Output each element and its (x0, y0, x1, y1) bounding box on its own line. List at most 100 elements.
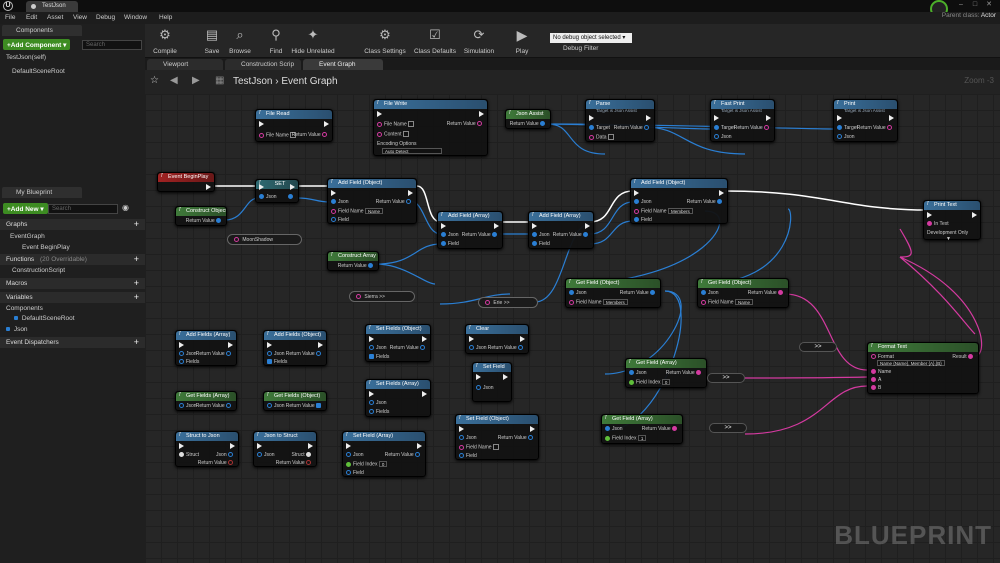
exec-in-pin[interactable] (267, 342, 272, 348)
add-field-array-node[interactable]: Add Field (Array) Json Return Value Fiel… (437, 211, 503, 249)
minimize-icon[interactable]: – (956, 1, 966, 9)
encoding-select[interactable]: Auto Detect (382, 148, 442, 154)
exec-out-pin[interactable] (308, 443, 313, 449)
reroute-node[interactable]: >> (707, 373, 745, 383)
menu-view[interactable]: View (73, 14, 87, 21)
add-function-icon[interactable]: + (134, 254, 139, 264)
document-tab[interactable]: TestJson (26, 1, 78, 12)
exec-in-pin[interactable] (532, 223, 537, 229)
exec-in-pin[interactable] (259, 184, 264, 190)
object-pin-icon[interactable] (331, 217, 336, 223)
add-component-button[interactable]: +Add Component ▾ (3, 39, 71, 50)
exec-in-pin[interactable] (179, 342, 184, 348)
add-new-button[interactable]: +Add New ▾ (3, 203, 48, 214)
object-pin-icon[interactable] (346, 470, 351, 476)
object-pin-icon[interactable] (368, 263, 373, 269)
variables-section[interactable]: Variables + (0, 292, 145, 303)
exec-out-pin[interactable] (766, 115, 771, 121)
class-settings-button[interactable]: ⚙ Class Settings (364, 24, 406, 58)
map-pin-icon[interactable] (267, 359, 272, 365)
map-pin-icon[interactable] (369, 354, 374, 360)
object-pin-icon[interactable] (346, 452, 351, 458)
object-pin-icon[interactable] (288, 194, 293, 200)
graphs-section[interactable]: Graphs + (0, 219, 145, 230)
tab-event-graph[interactable]: Event Graph (303, 59, 383, 70)
object-pin-icon[interactable] (179, 403, 184, 409)
object-pin-icon[interactable] (469, 345, 474, 351)
exec-in-pin[interactable] (369, 391, 374, 397)
field-index-input[interactable]: 0 (661, 379, 671, 385)
content-input[interactable] (402, 131, 409, 137)
file-write-node[interactable]: File Write File Name Return Value Conten… (373, 99, 488, 156)
hide-unrelated-button[interactable]: ✦ Hide Unrelated (291, 24, 334, 58)
graph-canvas[interactable]: File Read File Name Return Value File Wr… (145, 94, 1000, 563)
add-fields-array-node[interactable]: Add Fields (Array) Json Return Value Fie… (175, 330, 237, 366)
object-pin-icon[interactable] (257, 452, 262, 458)
object-pin-icon[interactable] (216, 218, 221, 224)
exec-in-pin[interactable] (441, 223, 446, 229)
object-pin-icon[interactable] (644, 125, 649, 131)
event-begin-play-node[interactable]: Event BeginPlay (157, 172, 215, 192)
object-pin-icon[interactable] (441, 241, 446, 247)
add-fields-object-node[interactable]: Add Fields (Object) Json Return Value Fi… (263, 330, 327, 366)
menu-debug[interactable]: Debug (96, 14, 115, 21)
exec-in-pin[interactable] (837, 115, 842, 121)
reroute-node[interactable]: >> (709, 423, 747, 433)
compile-button[interactable]: ⚙ Compile (145, 24, 185, 58)
exec-out-pin[interactable] (422, 391, 427, 397)
exec-out-pin[interactable] (520, 336, 525, 342)
object-pin-icon[interactable] (459, 435, 464, 441)
exec-in-pin[interactable] (634, 190, 639, 196)
exec-in-pin[interactable] (369, 336, 374, 342)
menu-asset[interactable]: Asset (47, 14, 63, 21)
integer-pin-icon[interactable] (346, 461, 351, 467)
text-pin-icon[interactable] (968, 354, 973, 360)
object-pin-icon[interactable] (583, 232, 588, 238)
text-pin-icon[interactable] (887, 125, 892, 131)
add-graph-icon[interactable]: + (134, 219, 139, 229)
parent-class-value[interactable]: Actor (981, 12, 996, 19)
exec-out-pin[interactable] (972, 212, 977, 218)
parse-node[interactable]: Parse Target is Json Assist Target Retur… (585, 99, 655, 142)
exec-out-pin[interactable] (494, 223, 499, 229)
object-pin-icon[interactable] (837, 125, 842, 131)
set-field-node[interactable]: Set Field Json (472, 362, 512, 402)
object-pin-icon[interactable] (528, 435, 533, 441)
exec-out-pin[interactable] (228, 342, 233, 348)
back-arrow-icon[interactable]: ◀ (170, 75, 178, 86)
text-pin-icon[interactable] (701, 299, 706, 305)
object-pin-icon[interactable] (441, 232, 446, 238)
object-pin-icon[interactable] (369, 345, 374, 351)
exec-in-pin[interactable] (377, 111, 382, 117)
construct-object-node[interactable]: Construct Object Return Value (175, 206, 227, 226)
text-pin-icon[interactable] (589, 134, 594, 140)
object-pin-icon[interactable] (717, 199, 722, 205)
exec-out-pin[interactable] (417, 443, 422, 449)
add-event-dispatcher-icon[interactable]: + (134, 337, 139, 347)
object-pin-icon[interactable] (518, 345, 523, 351)
exec-out-pin[interactable] (585, 223, 590, 229)
text-pin-icon[interactable] (377, 131, 382, 137)
bool-pin-icon[interactable] (306, 460, 311, 466)
object-pin-icon[interactable] (532, 241, 537, 247)
event-dispatchers-section[interactable]: Event Dispatchers + (0, 337, 145, 348)
clear-node[interactable]: Clear Json Return Value (465, 324, 529, 354)
exec-out-pin[interactable] (530, 426, 535, 432)
exec-in-pin[interactable] (589, 115, 594, 121)
tab-viewport[interactable]: Viewport (147, 59, 223, 70)
add-macro-icon[interactable]: + (134, 278, 139, 288)
forward-arrow-icon[interactable]: ▶ (192, 75, 200, 86)
string-literal-node[interactable]: Erie >> (478, 297, 538, 308)
object-pin-icon[interactable] (629, 370, 634, 376)
array-pin-icon[interactable] (369, 409, 374, 415)
favorite-star-icon[interactable]: ☆ (150, 75, 159, 86)
object-pin-icon[interactable] (228, 452, 233, 458)
menu-window[interactable]: Window (124, 14, 147, 21)
add-field-array-node[interactable]: Add Field (Array) Json Return Value Fiel… (528, 211, 594, 249)
object-pin-icon[interactable] (179, 351, 184, 357)
components-tab[interactable]: Components (2, 25, 82, 36)
text-pin-icon[interactable] (778, 290, 783, 296)
add-variable-icon[interactable]: + (134, 292, 139, 302)
get-field-array-node[interactable]: Get Field (Array) Json Return Value Fiel… (601, 414, 683, 444)
object-pin-icon[interactable] (259, 194, 264, 200)
